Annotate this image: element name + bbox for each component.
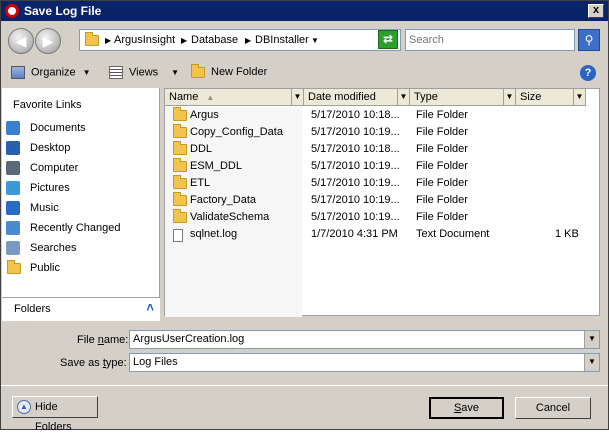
public-folder-icon [7,260,21,274]
chevron-down-icon[interactable]: ▼ [584,354,599,371]
folders-toggle[interactable]: Folders ˄ [2,297,160,321]
chevron-up-icon: ˄ [146,300,154,315]
folder-icon [173,192,187,206]
refresh-button[interactable]: ⇄ [378,30,398,49]
file-row[interactable]: Factory_Data 5/17/2010 10:19... File Fol… [165,192,599,209]
folder-icon [85,32,99,46]
file-list: Name ▲ ▼ Date modified ▼ Type ▼ Size ▼ Ar… [164,88,600,317]
divider [1,385,608,386]
pictures-icon [6,181,20,195]
save-dialog: Save Log File x ◀ ▶ ▶ ArgusInsight ▶ Dat… [0,0,609,433]
chevron-down-icon[interactable]: ▼ [584,331,599,348]
column-header-name[interactable]: Name ▲ ▼ [165,89,304,106]
column-header-type[interactable]: Type ▼ [410,89,516,106]
organize-icon [11,66,25,79]
hide-folders-button[interactable]: ▲ Hide Folders [12,396,98,433]
folder-icon [173,107,187,121]
column-filter-icon[interactable]: ▼ [503,89,515,105]
folders-label: Folders [14,303,51,315]
recent-icon [6,221,20,235]
file-row[interactable]: DDL 5/17/2010 10:18... File Folder [165,141,599,158]
sort-arrow-icon: ▲ [206,93,215,102]
address-bar-row: ◀ ▶ ▶ ArgusInsight ▶ Database ▶ DBInstal… [1,21,608,59]
forward-button[interactable]: ▶ [35,28,61,54]
column-filter-icon[interactable]: ▼ [573,89,585,105]
folder-icon [173,158,187,172]
close-button[interactable]: x [588,4,604,18]
toolbar: Organize ▼ Views ▼ New Folder ? [1,59,608,87]
desktop-icon [6,141,20,155]
favorite-desktop[interactable]: Desktop [2,139,158,157]
breadcrumb-item-database[interactable]: Database [191,34,238,46]
searches-icon [6,241,20,255]
column-header-date[interactable]: Date modified ▼ [304,89,410,106]
chevron-up-icon: ▲ [17,400,31,414]
views-button[interactable]: Views ▼ [109,66,179,79]
file-name-label: File name: [77,334,129,346]
folder-icon [173,141,187,155]
file-row[interactable]: ETL 5/17/2010 10:19... File Folder [165,175,599,192]
documents-icon [6,121,20,135]
help-icon[interactable]: ? [580,65,596,81]
title-bar: Save Log File x [1,1,608,21]
search-input[interactable] [405,29,575,51]
text-document-icon [173,229,183,242]
folder-icon [173,175,187,189]
file-name-field[interactable]: ArgusUserCreation.log ▼ [129,330,600,349]
favorite-public[interactable]: Public [2,259,158,277]
views-icon [109,66,123,79]
column-filter-icon[interactable]: ▼ [291,89,303,105]
favorite-pictures[interactable]: Pictures [2,179,158,197]
folder-icon [173,209,187,223]
back-button[interactable]: ◀ [8,28,34,54]
folder-icon [173,124,187,138]
favorite-computer[interactable]: Computer [2,159,158,177]
file-row[interactable]: Argus 5/17/2010 10:18... File Folder [165,107,599,124]
organize-button[interactable]: Organize ▼ [11,66,91,79]
file-row[interactable]: ESM_DDL 5/17/2010 10:19... File Folder [165,158,599,175]
oracle-app-icon [5,4,19,18]
favorite-recently-changed[interactable]: Recently Changed [2,219,158,237]
favorite-links-header: Favorite Links [13,99,82,111]
favorite-documents[interactable]: Documents [2,119,158,137]
file-row[interactable]: sqlnet.log 1/7/2010 4:31 PM Text Documen… [165,226,599,243]
new-folder-button[interactable]: New Folder [191,63,267,78]
cancel-button[interactable]: Cancel [515,397,591,419]
computer-icon [6,161,20,175]
new-folder-icon [191,63,205,78]
save-as-type-label: Save as type: [60,357,127,369]
favorite-music[interactable]: Music [2,199,158,217]
window-title: Save Log File [24,4,102,18]
favorite-links-panel: Favorite Links Documents Desktop Compute… [2,88,160,316]
save-as-type-select[interactable]: Log Files ▼ [129,353,600,372]
search-icon[interactable]: ⚲ [578,29,600,51]
favorite-searches[interactable]: Searches [2,239,158,257]
column-filter-icon[interactable]: ▼ [397,89,409,105]
file-row[interactable]: Copy_Config_Data 5/17/2010 10:19... File… [165,124,599,141]
music-icon [6,201,20,215]
breadcrumb[interactable]: ▶ ArgusInsight ▶ Database ▶ DBInstaller … [79,29,401,51]
save-button[interactable]: Save [429,397,504,419]
column-header-size[interactable]: Size ▼ [516,89,586,106]
file-row[interactable]: ValidateSchema 5/17/2010 10:19... File F… [165,209,599,226]
breadcrumb-item-argusinsight[interactable]: ArgusInsight [114,34,175,46]
breadcrumb-item-dbinstaller[interactable]: DBInstaller [255,34,309,46]
